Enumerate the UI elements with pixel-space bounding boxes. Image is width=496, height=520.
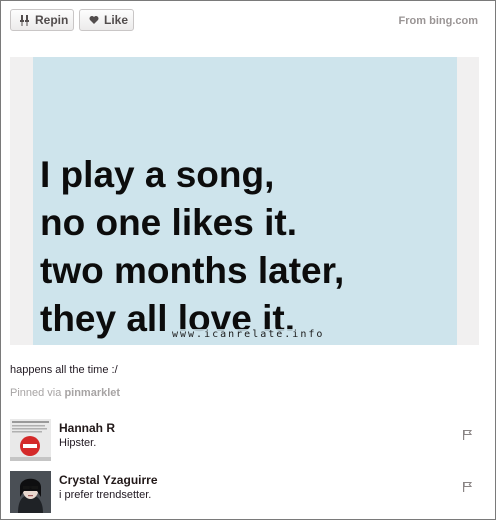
repin-label: Repin [35,13,69,27]
flag-icon[interactable] [463,479,473,497]
no-entry-avatar-icon[interactable] [10,419,51,461]
pushpin-icon [20,14,30,26]
comment: Hannah R Hipster. [10,419,480,463]
pinned-prefix: Pinned via [10,387,62,399]
like-button[interactable]: Like [79,9,134,31]
quote-line: I play a song, [40,154,275,195]
comment-text: i prefer trendsetter. [59,489,152,501]
pin-description: happens all the time :/ [10,364,118,376]
like-label: Like [104,13,129,27]
comment-author[interactable]: Crystal Yzaguirre [59,473,158,487]
portrait-avatar[interactable] [10,471,51,513]
comment: Crystal Yzaguirre i prefer trendsetter. [10,471,480,515]
pin-image[interactable]: I play a song, no one likes it. two mont… [33,57,457,345]
quote-line: two months later, [40,250,345,291]
pin-card: Repin Like From bing.com I play a song, … [0,0,496,520]
source-link[interactable]: From bing.com [399,15,478,27]
repin-button[interactable]: Repin [10,9,74,31]
comment-text: Hipster. [59,437,97,449]
flag-icon[interactable] [463,427,473,445]
pinned-via: Pinned via pinmarklet [10,387,120,399]
quote-text: I play a song, no one likes it. two mont… [40,151,344,343]
comment-author[interactable]: Hannah R [59,421,115,435]
pinned-via-link[interactable]: pinmarklet [64,387,120,399]
heart-icon [89,15,99,25]
quote-line: no one likes it. [40,202,297,243]
image-watermark: www.icanrelate.info [170,329,327,340]
